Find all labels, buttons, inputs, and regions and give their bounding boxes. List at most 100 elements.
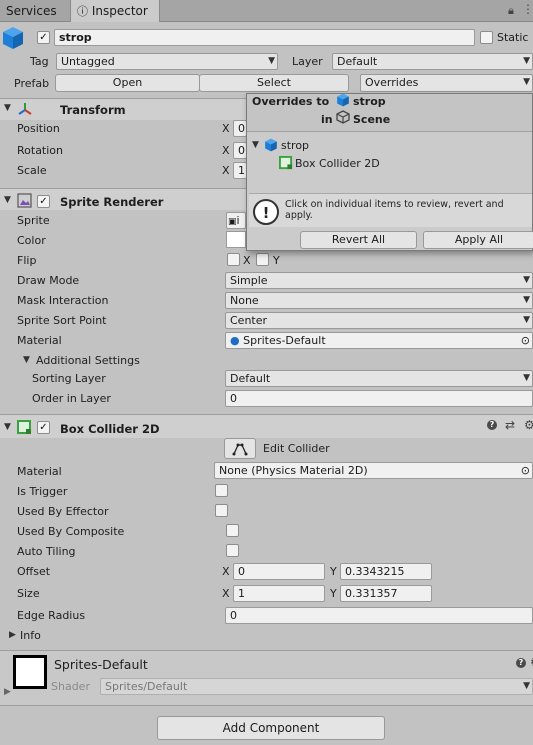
prefab-select-button[interactable]: Select — [199, 74, 349, 92]
sprite-asset-icon: ▣ — [228, 217, 237, 227]
presets-icon[interactable]: ⇄ — [505, 418, 515, 432]
chevron-down-icon: ▼ — [523, 373, 530, 383]
tab-services[interactable]: Services — [0, 0, 63, 22]
inspector-icon: ⓘ — [77, 5, 88, 18]
auto-tiling-checkbox[interactable] — [226, 544, 239, 557]
rotation-x-label: X — [222, 144, 230, 157]
object-picker-icon[interactable]: ⊙ — [521, 463, 530, 478]
info-foldout[interactable]: Info — [20, 629, 41, 642]
fold-right-icon[interactable]: ▶ — [4, 687, 11, 697]
material-field[interactable]: ● Sprites-Default ⊙ — [225, 332, 533, 349]
used-by-composite-label: Used By Composite — [17, 525, 125, 538]
flip-y-checkbox[interactable] — [256, 253, 269, 266]
help-icon[interactable]: ? — [487, 420, 497, 430]
size-y-field[interactable]: 0.331357 — [340, 585, 432, 602]
sprite-sort-point-value: Center — [230, 314, 268, 327]
tab-menu-icon[interactable]: ⋮ — [522, 2, 533, 16]
collider-material-field[interactable]: None (Physics Material 2D) ⊙ — [214, 462, 533, 479]
offset-y-field[interactable]: 0.3343215 — [340, 563, 432, 580]
draw-mode-dropdown[interactable]: Simple ▼ — [225, 272, 533, 289]
layer-label: Layer — [292, 55, 323, 68]
tag-dropdown[interactable]: Untagged ▼ — [56, 53, 278, 70]
fold-right-icon[interactable]: ▶ — [9, 630, 16, 640]
static-checkbox[interactable] — [480, 31, 493, 44]
tab-inspector[interactable]: ⓘ Inspector — [70, 0, 160, 22]
mask-interaction-dropdown[interactable]: None ▼ — [225, 292, 533, 309]
sprite-sort-point-label: Sprite Sort Point — [17, 314, 107, 327]
help-icon[interactable]: ? — [516, 658, 526, 668]
used-by-effector-label: Used By Effector — [17, 505, 109, 518]
popup-in-label: in — [321, 113, 333, 126]
position-x-field[interactable]: 0 — [233, 120, 247, 137]
rotation-x-field[interactable]: 0 — [233, 142, 247, 159]
layer-value: Default — [337, 55, 378, 68]
edge-radius-field[interactable]: 0 — [225, 607, 533, 624]
chevron-down-icon: ▼ — [523, 275, 530, 285]
popup-object-name: strop — [353, 95, 386, 108]
chevron-down-icon: ▼ — [268, 56, 275, 66]
scale-label: Scale — [17, 164, 47, 177]
position-x-label: X — [222, 122, 230, 135]
mask-interaction-label: Mask Interaction — [17, 294, 109, 307]
prefab-cube-icon — [337, 93, 349, 107]
sorting-layer-dropdown[interactable]: Default ▼ — [225, 370, 533, 387]
additional-settings-label[interactable]: Additional Settings — [36, 354, 140, 367]
offset-label: Offset — [17, 565, 51, 578]
flip-x-checkbox[interactable] — [227, 253, 240, 266]
sprite-renderer-icon — [17, 193, 32, 208]
offset-y-label: Y — [330, 565, 337, 578]
draw-mode-value: Simple — [230, 274, 268, 287]
revert-all-button[interactable]: Revert All — [300, 231, 417, 249]
is-trigger-label: Is Trigger — [17, 485, 68, 498]
chevron-down-icon: ▼ — [523, 77, 530, 87]
shader-label: Shader — [51, 680, 90, 693]
order-in-layer-field[interactable]: 0 — [225, 390, 533, 407]
edit-collider-button[interactable] — [224, 438, 256, 459]
sprite-field[interactable]: ▣i — [226, 212, 246, 229]
order-in-layer-label: Order in Layer — [32, 392, 111, 405]
offset-x-field[interactable]: 0 — [233, 563, 325, 580]
layer-dropdown[interactable]: Default ▼ — [332, 53, 533, 70]
settings-gear-icon[interactable]: ⚙ — [524, 418, 533, 432]
collider-material-value: None (Physics Material 2D) — [219, 464, 368, 477]
box-collider-enabled-checkbox[interactable]: ✓ — [37, 421, 50, 434]
fold-arrow-icon[interactable]: ▼ — [4, 195, 11, 205]
fold-arrow-icon[interactable]: ▼ — [4, 422, 11, 432]
transform-title: Transform — [60, 103, 126, 117]
apply-all-button[interactable]: Apply All — [423, 231, 533, 249]
sprite-sort-point-dropdown[interactable]: Center ▼ — [225, 312, 533, 329]
material-value: Sprites-Default — [243, 334, 326, 347]
popup-message: Click on individual items to review, rev… — [285, 199, 504, 221]
gameobject-cube-icon — [265, 138, 277, 152]
scale-x-field[interactable]: 1 — [233, 162, 247, 179]
material-label: Material — [17, 334, 62, 347]
sprite-renderer-enabled-checkbox[interactable]: ✓ — [37, 195, 50, 208]
shader-dropdown[interactable]: Sprites/Default ▼ — [100, 678, 533, 695]
prefab-open-button[interactable]: Open — [55, 74, 200, 92]
warning-icon: ! — [253, 199, 279, 225]
size-x-field[interactable]: 1 — [233, 585, 325, 602]
edit-collider-icon — [232, 443, 248, 456]
is-trigger-checkbox[interactable] — [215, 484, 228, 497]
collider-material-label: Material — [17, 465, 62, 478]
add-component-button[interactable]: Add Component — [157, 716, 385, 740]
color-swatch[interactable] — [226, 231, 246, 248]
fold-arrow-icon[interactable]: ▼ — [252, 140, 259, 150]
size-label: Size — [17, 587, 40, 600]
chevron-down-icon: ▼ — [523, 315, 530, 325]
used-by-effector-checkbox[interactable] — [215, 504, 228, 517]
fold-arrow-icon[interactable]: ▼ — [4, 103, 11, 113]
box-collider-title: Box Collider 2D — [60, 422, 160, 436]
offset-x-label: X — [222, 565, 230, 578]
object-picker-icon[interactable]: ⊙ — [521, 333, 530, 348]
edit-collider-label: Edit Collider — [263, 442, 330, 455]
size-x-label: X — [222, 587, 230, 600]
tree-child-item[interactable]: Box Collider 2D — [295, 157, 380, 170]
fold-arrow-icon[interactable]: ▼ — [23, 355, 30, 365]
lock-icon[interactable]: 🔒︎ — [508, 4, 514, 18]
tree-root-item[interactable]: strop — [281, 139, 309, 152]
object-name-input[interactable]: strop — [54, 29, 475, 46]
active-checkbox[interactable]: ✓ — [37, 31, 50, 44]
prefab-overrides-dropdown[interactable]: Overrides ▼ — [360, 74, 533, 92]
used-by-composite-checkbox[interactable] — [226, 524, 239, 537]
